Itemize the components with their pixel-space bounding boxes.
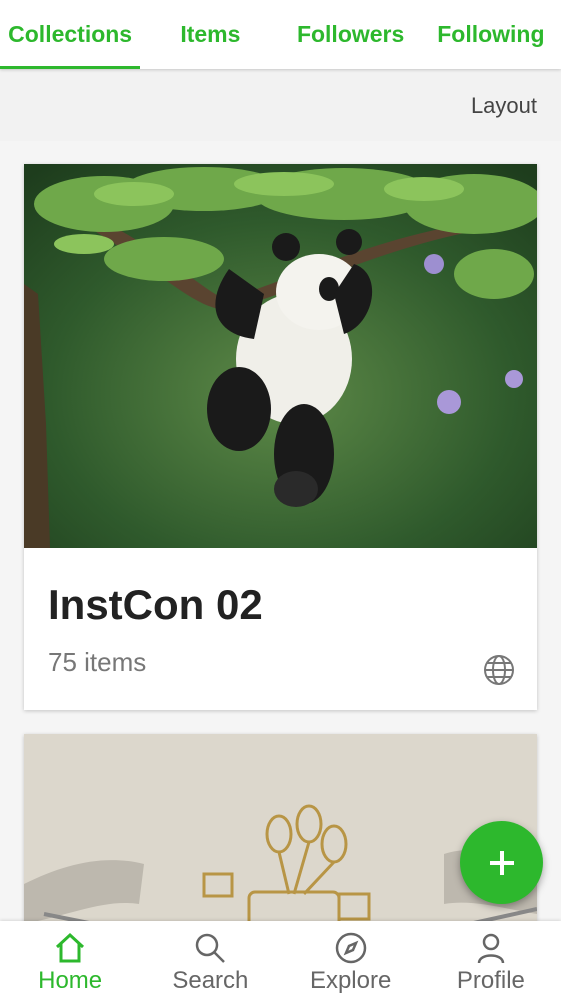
nav-explore[interactable]: Explore [281,921,421,999]
search-icon [196,933,226,963]
home-icon [56,932,85,963]
tab-collections[interactable]: Collections [0,0,141,69]
collection-cover-illustration [24,734,537,934]
tab-following[interactable]: Following [421,0,561,69]
tab-items[interactable]: Items [140,0,280,69]
collection-card[interactable] [24,734,537,934]
nav-profile[interactable]: Profile [421,921,561,999]
plus-icon [489,850,514,875]
collections-toolbar: Layout [0,69,561,141]
nav-explore-label: Explore [309,967,392,994]
collection-card[interactable]: InstCon 02 75 items [24,164,537,710]
globe-icon [483,654,515,686]
compass-icon [335,932,366,964]
person-icon [477,933,505,964]
tab-followers[interactable]: Followers [281,0,421,69]
top-tab-bar: Collections Items Followers Following [0,0,561,69]
nav-search[interactable]: Search [140,921,280,999]
bottom-navigation: Home Search Explore Profile [0,921,561,999]
nav-home[interactable]: Home [0,921,140,999]
collection-title: InstCon 02 [48,581,263,628]
collection-item-count: 75 items [48,647,147,677]
nav-home-label: Home [38,967,103,994]
nav-search-label: Search [172,967,249,994]
nav-profile-label: Profile [456,967,525,994]
layout-button[interactable]: Layout [471,93,537,119]
add-collection-button[interactable] [460,821,543,904]
collection-cover-image [24,164,537,548]
